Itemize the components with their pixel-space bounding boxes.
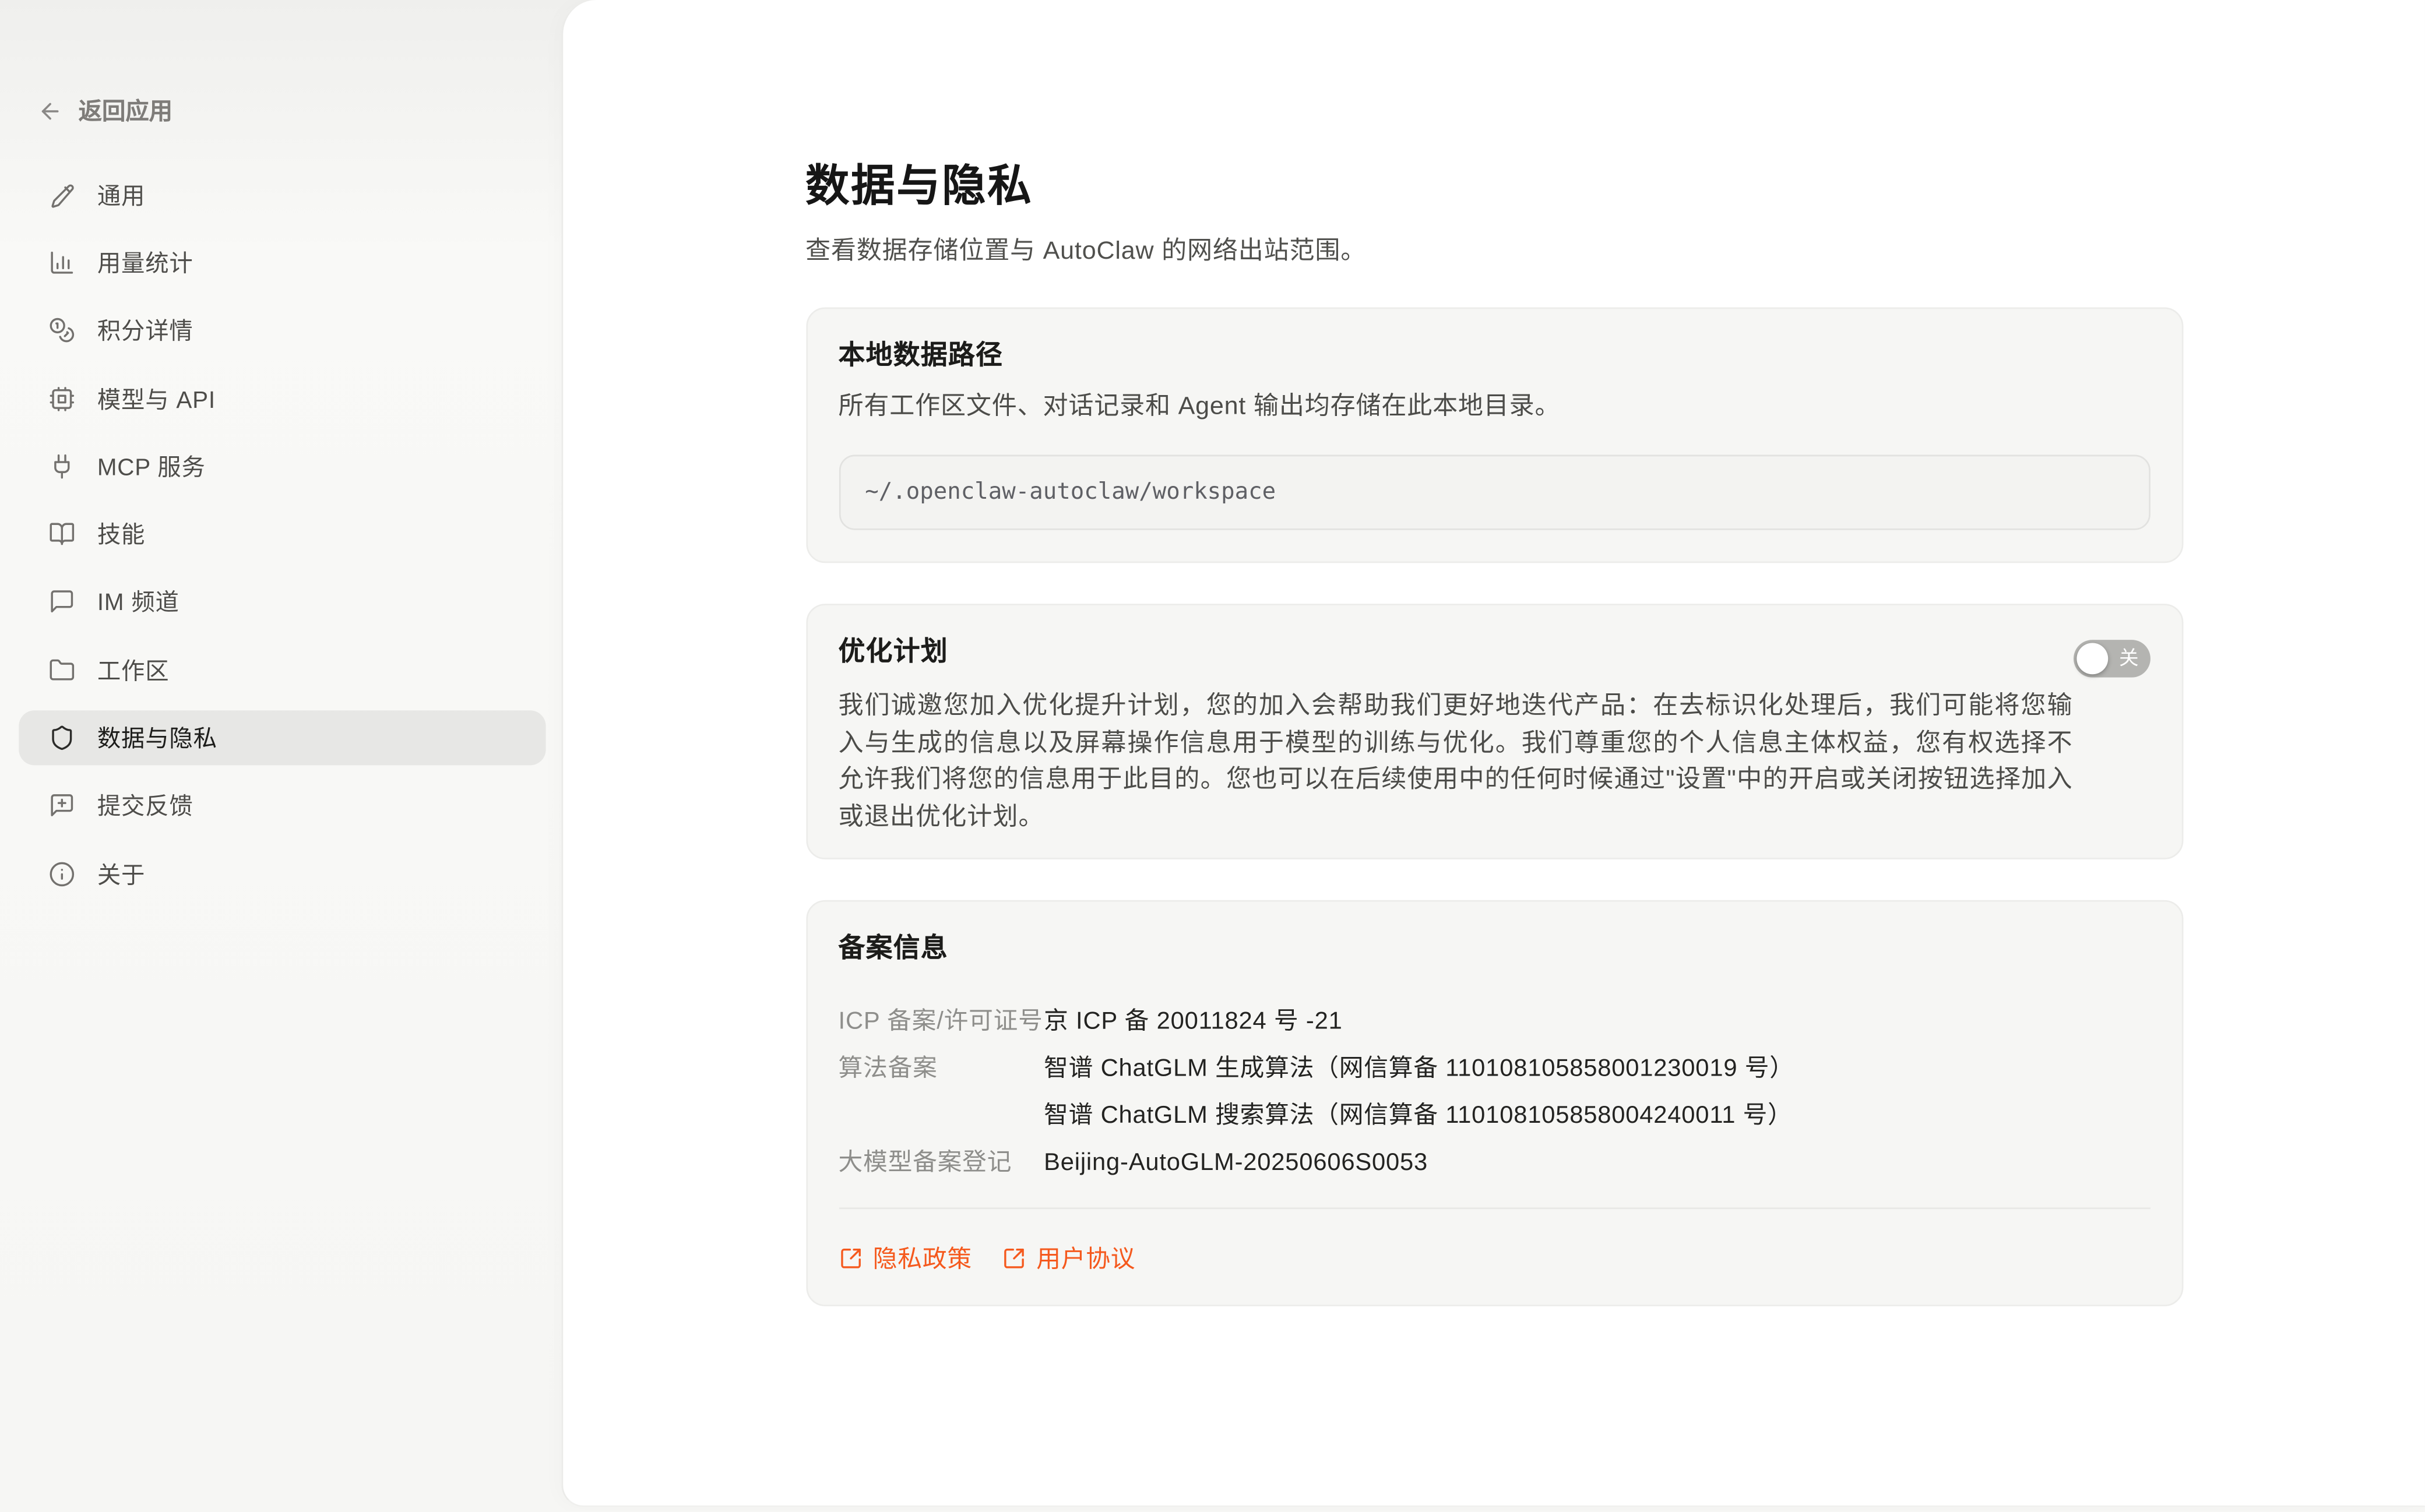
sidebar-item-label: 提交反馈 [97, 790, 193, 823]
local-data-path-card: 本地数据路径 所有工作区文件、对话记录和 Agent 输出均存储在此本地目录。 … [805, 308, 2183, 563]
back-to-app-button[interactable]: 返回应用 [38, 94, 173, 127]
filing-row-label: ICP 备案/许可证号 [839, 1007, 1044, 1037]
sidebar-item-workspace[interactable]: 工作区 [19, 643, 545, 697]
privacy-policy-link[interactable]: 隐私政策 [839, 1240, 972, 1275]
sidebar-item-label: 数据与隐私 [97, 721, 217, 755]
toggle-state-label: 关 [2119, 649, 2139, 669]
settings-sidebar: 返回应用 通用 用量统计 积分详情 模型与 API MCP 服务 [0, 0, 562, 1512]
sidebar-item-label: 技能 [97, 517, 145, 551]
filing-row-label: 算法备案 [839, 1054, 1044, 1084]
filing-row-value: 京 ICP 备 20011824 号 -21 [1044, 1007, 2149, 1037]
sidebar-item-skills[interactable]: 技能 [19, 507, 545, 561]
legal-links-row: 隐私政策 用户协议 [839, 1240, 2150, 1275]
workspace-path-field[interactable]: ~/.openclaw-autoclaw/workspace [839, 455, 2150, 530]
sidebar-item-label: 工作区 [97, 654, 170, 687]
sidebar-item-im-channels[interactable]: IM 频道 [19, 575, 545, 629]
user-agreement-link[interactable]: 用户协议 [1002, 1240, 1135, 1275]
sidebar-item-label: 关于 [97, 857, 145, 890]
workspace-path-value: ~/.openclaw-autoclaw/workspace [865, 480, 1276, 505]
sidebar-item-about[interactable]: 关于 [19, 847, 545, 900]
book-open-icon [48, 521, 75, 548]
optimization-toggle[interactable]: 关 [2073, 640, 2150, 678]
filing-row-value: 智谱 ChatGLM 生成算法（网信算备 1101081058580012300… [1044, 1054, 2149, 1084]
filing-row-label [839, 1101, 1044, 1130]
external-link-icon [1002, 1246, 1025, 1269]
arrow-left-icon [38, 98, 63, 123]
app-window: 返回应用 通用 用量统计 积分详情 模型与 API MCP 服务 [0, 0, 2425, 1512]
back-to-app-label: 返回应用 [79, 94, 173, 127]
optimization-program-card: 优化计划 我们诚邀您加入优化提升计划，您的加入会帮助我们更好地迭代产品：在去标识… [805, 604, 2183, 859]
sidebar-item-general[interactable]: 通用 [19, 168, 545, 221]
sidebar-item-models-api[interactable]: 模型与 API [19, 372, 545, 425]
shield-icon [48, 724, 75, 751]
info-icon [48, 861, 75, 887]
page-title: 数据与隐私 [805, 163, 2183, 210]
sidebar-item-label: 积分详情 [97, 314, 193, 347]
privacy-policy-label: 隐私政策 [873, 1240, 972, 1275]
toggle-knob [2076, 643, 2107, 674]
user-agreement-label: 用户协议 [1036, 1240, 1135, 1275]
pen-icon [48, 181, 75, 208]
sidebar-item-label: 通用 [97, 178, 145, 212]
local-data-path-title: 本地数据路径 [839, 340, 2150, 370]
filing-row-label: 大模型备案登记 [839, 1148, 1044, 1178]
optimization-description: 我们诚邀您加入优化提升计划，您的加入会帮助我们更好地迭代产品：在去标识化处理后，… [839, 689, 2073, 836]
optimization-title: 优化计划 [839, 637, 2073, 667]
plug-icon [48, 453, 75, 480]
sidebar-item-data-privacy[interactable]: 数据与隐私 [19, 711, 545, 764]
external-link-icon [839, 1246, 862, 1269]
bar-chart-icon [48, 249, 75, 276]
sidebar-item-label: 模型与 API [97, 382, 216, 415]
sidebar-item-label: 用量统计 [97, 246, 193, 279]
sidebar-item-credits[interactable]: 积分详情 [19, 304, 545, 357]
page-subtitle: 查看数据存储位置与 AutoClaw 的网络出站范围。 [805, 237, 2183, 266]
sidebar-item-label: IM 频道 [97, 586, 180, 619]
message-square-icon [48, 588, 75, 615]
optimization-toggle-column: 关 [2073, 640, 2150, 678]
coins-icon [48, 317, 75, 344]
local-data-path-description: 所有工作区文件、对话记录和 Agent 输出均存储在此本地目录。 [839, 392, 2150, 422]
main-panel: 数据与隐私 查看数据存储位置与 AutoClaw 的网络出站范围。 本地数据路径… [562, 0, 2425, 1507]
filing-row-value: 智谱 ChatGLM 搜索算法（网信算备 1101081058580042400… [1044, 1101, 2149, 1130]
filing-divider [839, 1207, 2150, 1209]
folder-icon [48, 657, 75, 683]
message-square-plus-icon [48, 792, 75, 819]
sidebar-nav: 通用 用量统计 积分详情 模型与 API MCP 服务 技能 [0, 168, 562, 901]
sidebar-item-usage-stats[interactable]: 用量统计 [19, 236, 545, 290]
settings-content: 数据与隐私 查看数据存储位置与 AutoClaw 的网络出站范围。 本地数据路径… [805, 0, 2183, 1306]
optimization-text-block: 优化计划 我们诚邀您加入优化提升计划，您的加入会帮助我们更好地迭代产品：在去标识… [839, 637, 2073, 836]
filing-row-value: Beijing-AutoGLM-20250606S0053 [1044, 1148, 2149, 1178]
cpu-icon [48, 385, 75, 412]
sidebar-item-mcp-services[interactable]: MCP 服务 [19, 439, 545, 493]
filing-info-table: ICP 备案/许可证号 京 ICP 备 20011824 号 -21 算法备案 … [839, 1007, 2150, 1178]
filing-info-title: 备案信息 [839, 933, 2150, 963]
sidebar-item-feedback[interactable]: 提交反馈 [19, 779, 545, 833]
filing-info-card: 备案信息 ICP 备案/许可证号 京 ICP 备 20011824 号 -21 … [805, 900, 2183, 1306]
sidebar-item-label: MCP 服务 [97, 450, 206, 483]
